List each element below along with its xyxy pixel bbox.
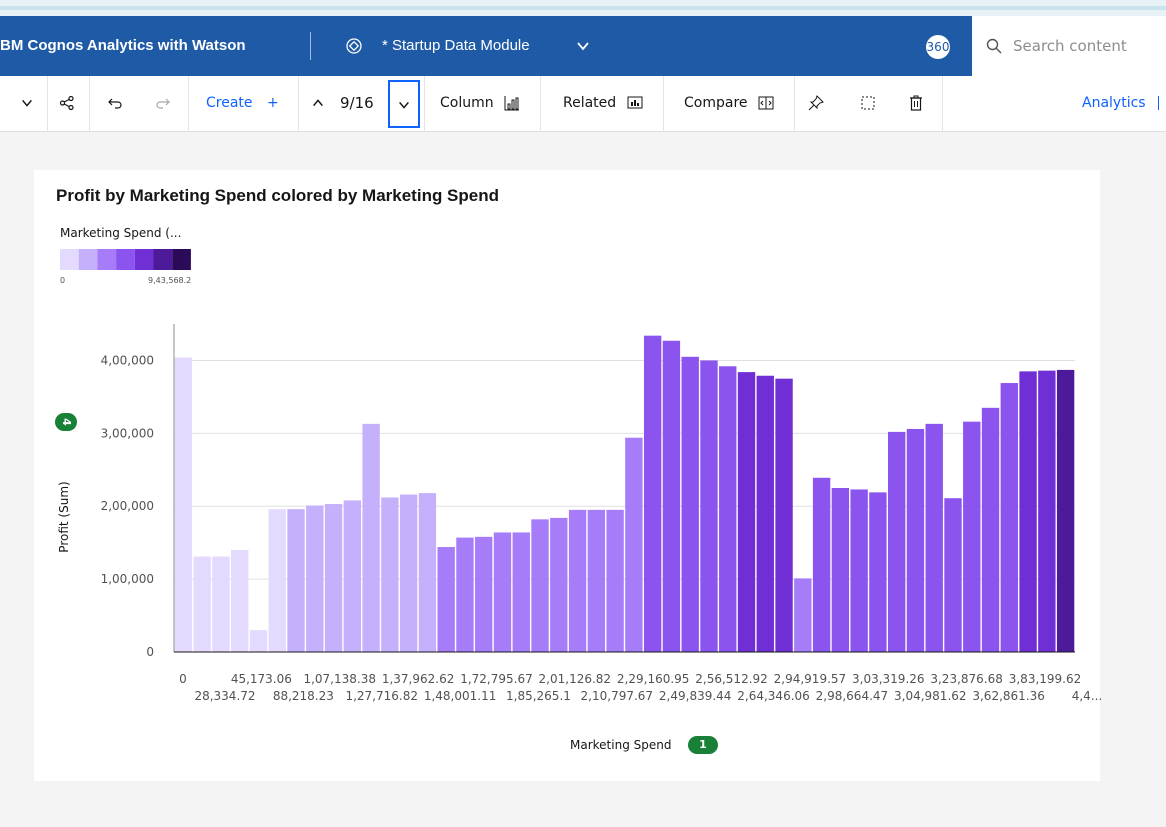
x-tick-label: 2,49,839.44: [659, 689, 732, 703]
bar: [475, 536, 493, 652]
bar: [1000, 383, 1018, 652]
x-tick-label: 3,03,319.26: [852, 672, 925, 686]
y-tick-label: 2,00,000: [101, 499, 154, 513]
bar: [568, 509, 587, 652]
bar: [662, 340, 681, 652]
legend-swatch: [78, 249, 98, 270]
legend-swatch: [172, 249, 191, 270]
bar: [399, 494, 418, 652]
bar: [306, 505, 324, 652]
bar: [925, 423, 943, 652]
x-tick-label: 3,62,861.36: [972, 689, 1045, 703]
bar: [193, 556, 211, 652]
x-tick-label: 28,334.72: [194, 689, 255, 703]
x-tick-label: 1,07,138.38: [303, 672, 376, 686]
x-tick-label: 2,56,512.92: [695, 672, 768, 686]
y-axis-badge[interactable]: 4: [55, 413, 77, 431]
x-tick-label: 2,98,664.47: [816, 689, 889, 703]
bar: [681, 356, 699, 652]
bar: [625, 437, 643, 652]
bar: [231, 549, 249, 652]
y-tick-label: 1,00,000: [101, 572, 154, 586]
y-axis-title: Profit (Sum): [57, 481, 71, 553]
bar: [362, 423, 380, 652]
x-tick-label: 1,72,795.67: [460, 672, 533, 686]
legend-swatch: [97, 249, 117, 270]
bar: [831, 488, 850, 652]
bar: [775, 378, 793, 652]
bar: [437, 547, 455, 652]
x-tick-label: 3,04,981.62: [894, 689, 967, 703]
bar: [794, 578, 812, 652]
bar: [850, 489, 868, 652]
bar: [700, 360, 718, 652]
x-axis-title: Marketing Spend: [570, 738, 672, 752]
legend-swatch: [116, 249, 135, 270]
bar: [1038, 370, 1056, 652]
x-tick-label: 1,85,265.1: [506, 689, 571, 703]
x-tick-label: 2,94,919.57: [774, 672, 847, 686]
bar: [944, 498, 962, 652]
bar-chart: 0 1,00,000 2,00,000 3,00,000 4,00,000 0 45,173…: [60, 249, 1103, 703]
bar: [606, 509, 624, 652]
bar: [963, 421, 981, 652]
x-tick-label: 45,173.06: [231, 672, 292, 686]
legend-swatch: [134, 249, 154, 270]
x-tick-label: 0: [179, 672, 187, 686]
bar: [737, 372, 756, 652]
bar: [324, 504, 343, 652]
x-tick-label: 2,10,797.67: [581, 689, 654, 703]
bar: [1019, 371, 1037, 652]
x-tick-label: 2,64,346.06: [737, 689, 810, 703]
x-tick-label: 1,48,001.11: [424, 689, 497, 703]
x-tick-label: 3,83,199.62: [1009, 672, 1082, 686]
bar: [550, 517, 568, 652]
bar: [512, 532, 530, 652]
bar: [249, 630, 268, 652]
bar: [343, 500, 362, 652]
bar: [456, 537, 474, 652]
bar: [174, 357, 193, 652]
bar: [812, 477, 831, 652]
x-tick-label: 4,4...: [1072, 689, 1103, 703]
bar: [869, 492, 887, 652]
legend-swatch: [153, 249, 173, 270]
bar: [906, 428, 925, 652]
bar: [587, 509, 606, 652]
bar: [493, 532, 512, 652]
bar: [418, 493, 437, 652]
bar: [981, 407, 1000, 652]
bar: [531, 519, 549, 652]
x-tick-label: 1,27,716.82: [345, 689, 418, 703]
bar: [756, 375, 774, 652]
bar: [212, 556, 230, 652]
bar: [268, 509, 286, 652]
x-tick-label: 88,218.23: [273, 689, 334, 703]
legend-swatch: [60, 249, 79, 270]
y-tick-label: 0: [146, 645, 154, 659]
x-tick-label: 3,23,876.68: [930, 672, 1003, 686]
bar: [719, 366, 737, 652]
bar: [643, 335, 662, 652]
x-axis-badge[interactable]: 1: [688, 736, 718, 754]
y-tick-label: 3,00,000: [101, 426, 154, 440]
bar: [381, 497, 399, 652]
x-tick-label: 1,37,962.62: [382, 672, 455, 686]
x-tick-label: 2,01,126.82: [539, 672, 612, 686]
y-tick-label: 4,00,000: [101, 353, 154, 367]
bar: [287, 509, 305, 652]
x-tick-label: 2,29,160.95: [617, 672, 690, 686]
bar: [887, 431, 906, 652]
bar: [1056, 369, 1075, 652]
